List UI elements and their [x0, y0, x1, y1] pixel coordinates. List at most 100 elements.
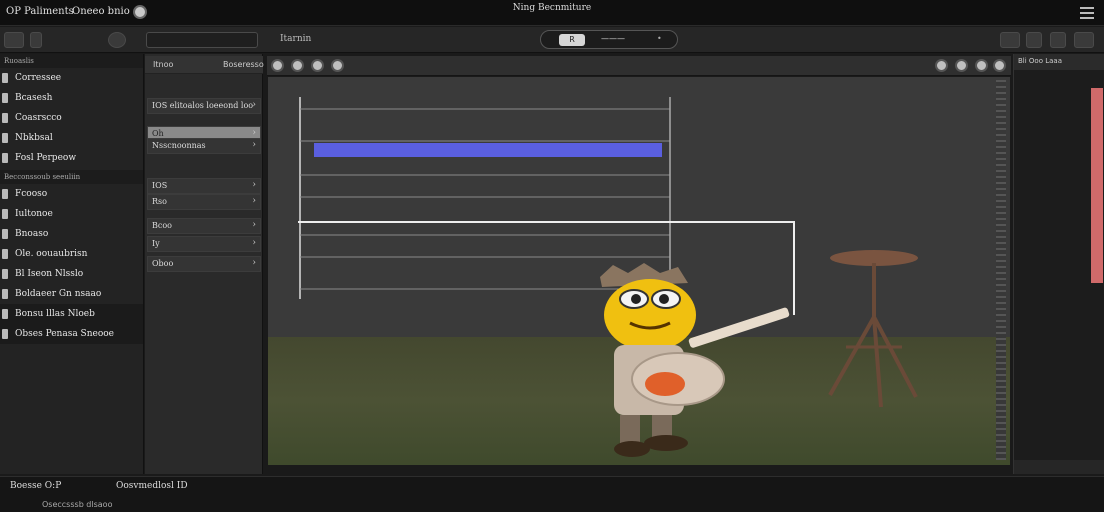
- property-row[interactable]: Nsscnoonnas ›: [147, 138, 261, 154]
- list-item[interactable]: Boldaeer Gn nsaao: [0, 284, 143, 304]
- section-header: Becconssoub seeuliin: [0, 170, 143, 184]
- chevron-right-icon[interactable]: ›: [252, 196, 256, 206]
- list-item-label: Ole. oouaubrisn: [15, 249, 88, 259]
- list-item-label: Iultonoe: [15, 209, 53, 219]
- status-bar: Boesse O:P Oosvmedlosl ID Oseccsssb dlsa…: [0, 476, 1104, 512]
- panel-header-right: Boseresso: [223, 60, 264, 69]
- property-label: Nsscnoonnas: [152, 141, 206, 150]
- toolbar-label: Itarnin: [280, 34, 312, 44]
- chevron-right-icon[interactable]: ›: [252, 258, 256, 268]
- list-item[interactable]: Bonsu lllas Nloeb: [0, 304, 143, 324]
- chevron-right-icon[interactable]: ›: [252, 140, 256, 150]
- scene-viewport[interactable]: [268, 77, 1010, 465]
- sidebar-toggle-icon[interactable]: [1074, 32, 1094, 48]
- list-item[interactable]: Nbkbsal: [0, 128, 143, 148]
- doc-icon: [2, 153, 8, 163]
- status-mid[interactable]: Oosvmedlosl ID: [116, 481, 188, 491]
- property-row[interactable]: Bcoo ›: [147, 218, 261, 234]
- segment-right[interactable]: •: [657, 34, 662, 43]
- zoom-icon[interactable]: [955, 59, 968, 72]
- list-item-label: Obses Penasa Sneooe: [15, 329, 114, 339]
- doc-icon: [2, 269, 8, 279]
- list-item[interactable]: Fcooso: [0, 184, 143, 204]
- doc-icon: [2, 329, 8, 339]
- doc-icon: [2, 189, 8, 199]
- fullscreen-icon[interactable]: [993, 59, 1006, 72]
- info-icon[interactable]: [1050, 32, 1066, 48]
- chevron-right-icon[interactable]: ›: [252, 220, 256, 230]
- level-meter[interactable]: [1091, 88, 1103, 283]
- left-sidebar: Ruoaslis Corressee Bcasesh Coasrscco Nbkbsa…: [0, 54, 144, 474]
- frame-icon[interactable]: [331, 59, 344, 72]
- list-item[interactable]: Fosl Perpeow: [0, 148, 143, 168]
- property-label: IOS elitoalos loeeond loo: [152, 101, 254, 110]
- doc-icon: [2, 113, 8, 123]
- list-item-label: Bcasesh: [15, 93, 53, 103]
- right-panel-header: Bli Ooo Laaa: [1014, 54, 1104, 70]
- section-header: Ruoaslis: [0, 54, 143, 68]
- chevron-right-icon[interactable]: ›: [252, 180, 256, 190]
- list-item-label: Bl Iseon Nlsslo: [15, 269, 84, 279]
- status-footer: Oseccsssb dlsaoo: [42, 500, 113, 509]
- list-item[interactable]: Iultonoe: [0, 204, 143, 224]
- list-item-label: Fosl Perpeow: [15, 153, 77, 163]
- list-item[interactable]: Coasrscco: [0, 108, 143, 128]
- list-item[interactable]: Bl Iseon Nlsslo: [0, 264, 143, 284]
- doc-icon: [2, 289, 8, 299]
- character-model: [600, 263, 790, 457]
- chevron-right-icon[interactable]: ›: [252, 238, 256, 248]
- chevron-right-icon[interactable]: ›: [252, 128, 256, 138]
- rotate-icon[interactable]: [975, 59, 988, 72]
- doc-icon: [2, 249, 8, 259]
- settings-icon[interactable]: [108, 32, 126, 48]
- list-item-label: Coasrscco: [15, 113, 62, 123]
- list-item[interactable]: Ole. oouaubrisn: [0, 244, 143, 264]
- chevron-right-icon[interactable]: ›: [252, 100, 256, 110]
- mode-segment-control[interactable]: R ——— •: [540, 30, 678, 49]
- doc-icon: [2, 229, 8, 239]
- menu-icon[interactable]: [1080, 4, 1094, 20]
- scene-overlay: [298, 97, 918, 457]
- list-item-label: Bnoaso: [15, 229, 49, 239]
- right-panel-footer[interactable]: [1014, 460, 1104, 474]
- property-label: Oboo: [152, 259, 174, 268]
- property-row[interactable]: IOS ›: [147, 178, 261, 194]
- list-item[interactable]: Bnoaso: [0, 224, 143, 244]
- layout-icon[interactable]: [1026, 32, 1042, 48]
- property-label: Oh: [152, 129, 164, 138]
- segment-pill[interactable]: R: [559, 34, 585, 46]
- list-item-label: Fcooso: [15, 189, 48, 199]
- panel-header: Itnoo Boseresso: [145, 56, 264, 74]
- status-left[interactable]: Boesse O:P: [10, 481, 61, 491]
- view-icon[interactable]: [1000, 32, 1020, 48]
- list-item-label: Boldaeer Gn nsaao: [15, 289, 102, 299]
- light-icon[interactable]: [291, 59, 304, 72]
- timeline-bar[interactable]: [314, 143, 662, 157]
- doc-icon: [2, 209, 8, 219]
- property-label: Bcoo: [152, 221, 172, 230]
- list-item[interactable]: Obses Penasa Sneooe: [0, 324, 143, 344]
- list-item-label: Nbkbsal: [15, 133, 53, 143]
- property-row[interactable]: Rso ›: [147, 194, 261, 210]
- search-input[interactable]: [146, 32, 258, 48]
- property-label: Rso: [152, 197, 167, 206]
- property-row[interactable]: IOS elitoalos loeeond loo ›: [147, 98, 261, 114]
- segment-mid[interactable]: ———: [601, 34, 625, 43]
- panel-toggle-icon[interactable]: [4, 32, 24, 48]
- toolbar: Itarnin R ——— •: [0, 27, 1104, 53]
- pin-icon[interactable]: [935, 59, 948, 72]
- right-panel: Bli Ooo Laaa: [1013, 54, 1104, 474]
- property-row[interactable]: Iy ›: [147, 236, 261, 252]
- property-label: IOS: [152, 181, 168, 190]
- list-item[interactable]: Bcasesh: [0, 88, 143, 108]
- list-item-label: Corressee: [15, 73, 62, 83]
- camera-icon[interactable]: [271, 59, 284, 72]
- doc-icon: [2, 93, 8, 103]
- property-row[interactable]: Oboo ›: [147, 256, 261, 272]
- render-icon[interactable]: [311, 59, 324, 72]
- vertical-ruler[interactable]: [996, 80, 1006, 460]
- list-item[interactable]: Corressee: [0, 68, 143, 88]
- property-label: Iy: [152, 239, 160, 248]
- panel-header-left: Itnoo: [153, 60, 174, 69]
- grid-icon[interactable]: [30, 32, 42, 48]
